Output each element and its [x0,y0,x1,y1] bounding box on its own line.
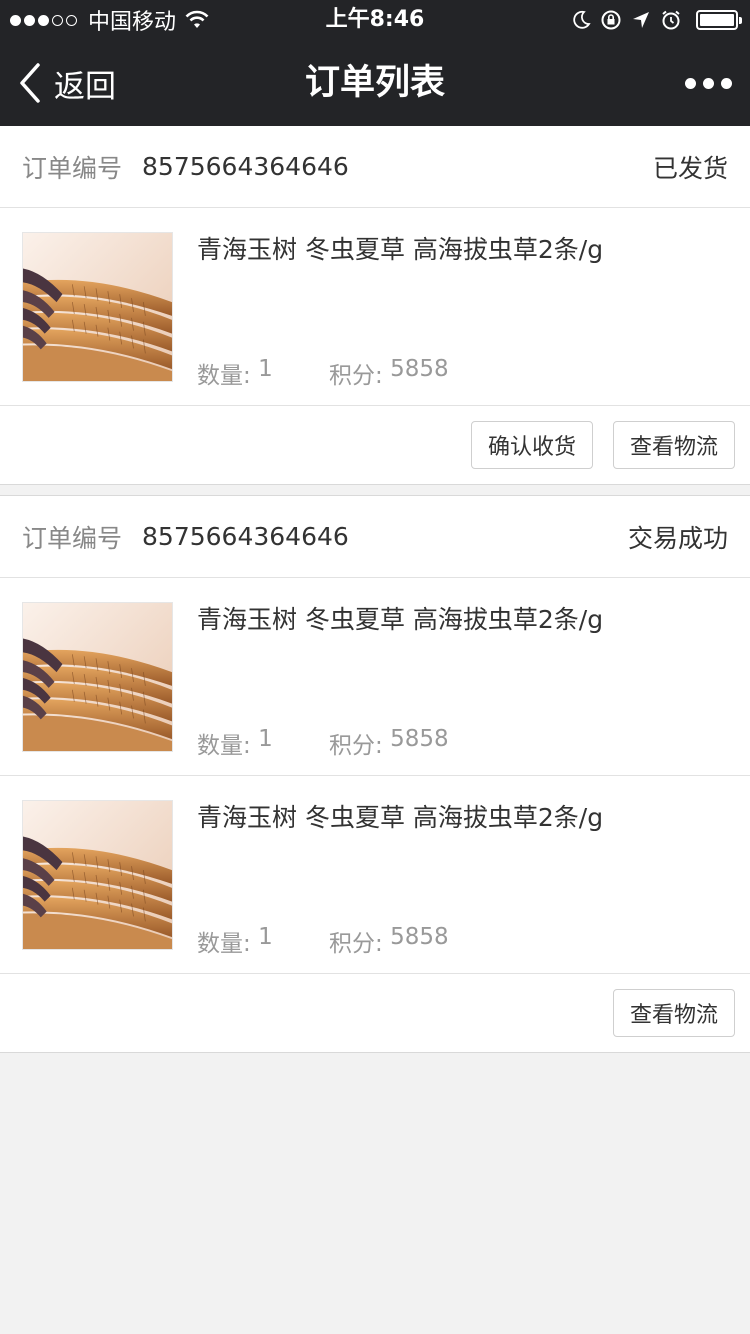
order-status: 交易成功 [627,523,728,553]
confirm-receipt-button[interactable]: 确认收货 [470,421,593,469]
battery-icon [696,10,742,30]
points-value: 5858 [390,924,449,950]
item-meta: 数量: 1 积分: 5858 [197,356,449,390]
order-item[interactable]: 青海玉树 冬虫夏草 高海拔虫草2条/g 数量: 1 积分: 5858 [0,578,750,776]
item-meta: 数量: 1 积分: 5858 [197,726,449,760]
order-header: 订单编号 8575664364646 已发货 [0,126,750,208]
points-value: 5858 [390,726,449,752]
points-label: 积分: [329,733,383,759]
order-actions: 查看物流 [0,974,750,1052]
nav-bar: 返回 订单列表 [0,40,750,126]
points-label: 积分: [329,931,383,957]
more-button[interactable] [685,40,732,126]
product-image [22,232,173,382]
status-right [570,4,742,36]
quantity-label: 数量: [197,931,251,957]
back-button[interactable]: 返回 [16,40,116,126]
more-icon [685,77,696,89]
product-image [22,602,173,752]
points-value: 5858 [390,356,449,382]
moon-icon [573,10,591,29]
view-logistics-button[interactable]: 查看物流 [612,989,735,1037]
order-no-label: 订单编号 [22,523,123,553]
location-arrow-icon [633,12,649,28]
item-meta: 数量: 1 积分: 5858 [197,924,449,958]
chevron-left-icon [20,63,40,103]
quantity-value: 1 [258,356,273,382]
order-list: 订单编号 8575664364646 已发货 青海玉树 冬虫夏草 高海拔虫草2条… [0,126,750,1053]
order-card: 订单编号 8575664364646 已发货 青海玉树 冬虫夏草 高海拔虫草2条… [0,126,750,485]
alarm-icon [662,10,680,30]
view-logistics-button[interactable]: 查看物流 [612,421,735,469]
quantity-label: 数量: [197,733,251,759]
order-actions: 确认收货 查看物流 [0,406,750,484]
product-name: 青海玉树 冬虫夏草 高海拔虫草2条/g [197,235,604,264]
order-no-label: 订单编号 [22,153,123,183]
order-status: 已发货 [652,153,728,183]
product-name: 青海玉树 冬虫夏草 高海拔虫草2条/g [197,605,604,634]
rotation-lock-icon [601,10,621,30]
quantity-label: 数量: [197,363,251,389]
quantity-value: 1 [258,924,273,950]
order-item[interactable]: 青海玉树 冬虫夏草 高海拔虫草2条/g 数量: 1 积分: 5858 [0,776,750,974]
order-no: 8575664364646 [142,522,349,551]
status-bar: 中国移动 上午8:46 [0,0,750,40]
product-name: 青海玉树 冬虫夏草 高海拔虫草2条/g [197,803,604,832]
order-item[interactable]: 青海玉树 冬虫夏草 高海拔虫草2条/g 数量: 1 积分: 5858 [0,208,750,406]
order-no: 8575664364646 [142,152,349,181]
points-label: 积分: [329,363,383,389]
quantity-value: 1 [258,726,273,752]
order-card: 订单编号 8575664364646 交易成功 青海玉树 冬虫夏草 高海拔虫草2… [0,495,750,1053]
back-label: 返回 [54,68,116,105]
product-image [22,800,173,950]
order-header: 订单编号 8575664364646 交易成功 [0,496,750,578]
